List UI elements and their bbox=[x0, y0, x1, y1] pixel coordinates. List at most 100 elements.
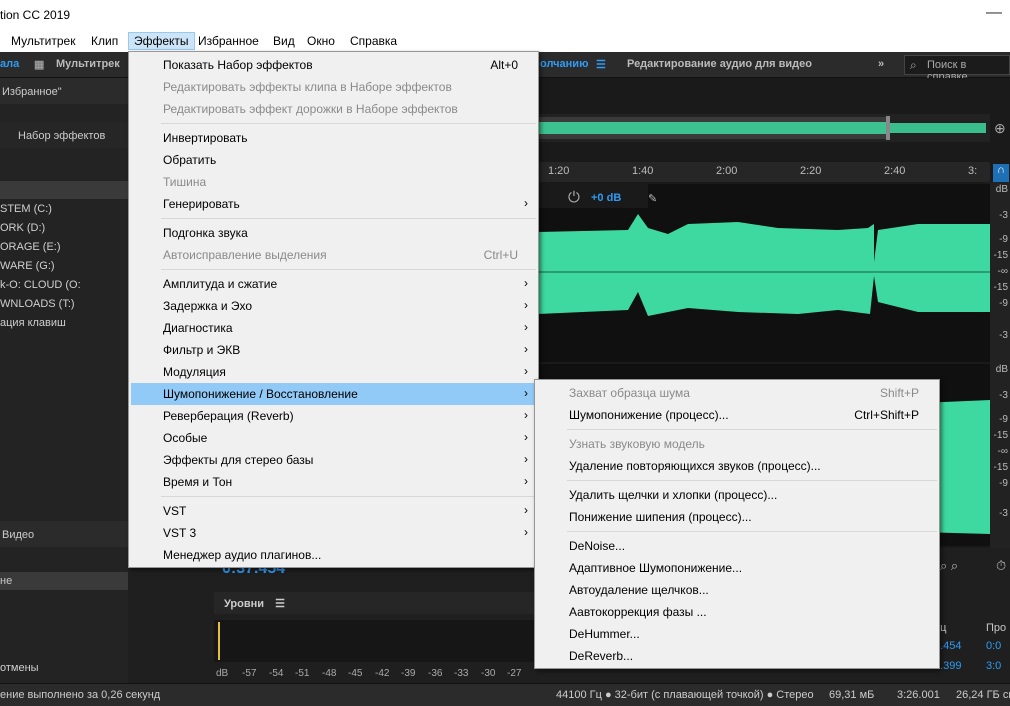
menu-item-auto-phase-correction[interactable]: Аавтокоррекция фазы ... bbox=[537, 601, 937, 623]
menu-item-diagnostics[interactable]: Диагностика › bbox=[131, 317, 536, 339]
menu-item-stereo-imagery[interactable]: Эффекты для стерео базы › bbox=[131, 449, 536, 471]
more-workspaces-icon[interactable]: » bbox=[878, 58, 884, 70]
level-tick: -51 bbox=[295, 668, 310, 679]
menu-separator bbox=[161, 123, 536, 124]
timer-icon[interactable]: ⏱ bbox=[996, 558, 1006, 574]
favorites-tab[interactable]: Избранное" bbox=[0, 78, 128, 104]
help-search-input[interactable]: ⌕ Поиск в справке bbox=[904, 55, 1010, 83]
view-duration-value[interactable]: 3:0 bbox=[986, 660, 1001, 672]
menu-item-sound-remover[interactable]: Удаление повторяющихся звуков (процесс).… bbox=[537, 455, 937, 477]
left-panel: Избранное" Набор эффектов STEM (C:) ORK … bbox=[0, 78, 203, 683]
menu-item-auto-heal[interactable]: Автоисправление выделения Ctrl+U bbox=[131, 244, 536, 266]
db-tick: -15 bbox=[993, 430, 1008, 441]
menu-item-silence[interactable]: Тишина bbox=[131, 171, 536, 193]
menu-item-filter-eq[interactable]: Фильтр и ЭКВ › bbox=[131, 339, 536, 361]
menu-item-capture-noise-print[interactable]: Захват образца шума Shift+P bbox=[537, 382, 937, 404]
status-duration: 3:26.001 bbox=[897, 689, 940, 701]
panel-menu-icon[interactable]: ☰ bbox=[275, 598, 285, 610]
status-size: 69,31 мБ bbox=[829, 689, 875, 701]
video-tab[interactable]: Видео bbox=[0, 521, 128, 547]
multitrack-view-button[interactable]: Мультитрек bbox=[56, 58, 120, 70]
undo-count-label: отмены bbox=[0, 662, 39, 674]
menu-item-click-pop-eliminator[interactable]: Удалить щелчки и хлопки (процесс)... bbox=[537, 484, 937, 506]
status-free-space: 26,24 ГБ сво bbox=[956, 689, 1010, 701]
drive-item[interactable]: k-O: CLOUD (O: bbox=[0, 279, 81, 291]
menu-window[interactable]: Окно bbox=[302, 33, 340, 49]
drive-item[interactable]: STEM (C:) bbox=[0, 203, 52, 215]
chevron-right-icon: › bbox=[524, 342, 528, 356]
menu-item-adaptive-noise-reduction[interactable]: Адаптивное Шумопонижение... bbox=[537, 557, 937, 579]
zoom-icons[interactable]: ⌕ ⌕ bbox=[940, 558, 958, 574]
db-tick: -3 bbox=[999, 508, 1008, 519]
menu-item-vst[interactable]: VST › bbox=[131, 500, 536, 522]
gain-knob-icon[interactable]: ⏻ bbox=[568, 189, 580, 206]
menu-view[interactable]: Вид bbox=[268, 33, 300, 49]
menu-item-noise-reduction-process[interactable]: Шумопонижение (процесс)... Ctrl+Shift+P bbox=[537, 404, 937, 426]
levels-scale: dB -57 -54 -51 -48 -45 -42 -39 -36 -33 -… bbox=[214, 666, 534, 682]
drive-item[interactable]: WNLOADS (T:) bbox=[0, 298, 75, 310]
ruler-tick: 1:40 bbox=[632, 165, 654, 177]
track-gain-value[interactable]: +0 dB bbox=[591, 192, 621, 204]
snap-magnet-icon[interactable]: ∩ bbox=[993, 164, 1009, 182]
menu-item-auto-click-remover[interactable]: Автоудаление щелчков... bbox=[537, 579, 937, 601]
menu-item-modulation[interactable]: Модуляция › bbox=[131, 361, 536, 383]
drive-item[interactable]: ORAGE (E:) bbox=[0, 241, 61, 253]
menu-multitrack[interactable]: Мультитрек bbox=[6, 33, 80, 49]
selected-row[interactable] bbox=[0, 181, 128, 199]
drive-item[interactable]: WARE (G:) bbox=[0, 260, 55, 272]
pin-icon[interactable]: ✎ bbox=[648, 192, 657, 205]
menu-item-dehummer[interactable]: DeHummer... bbox=[537, 623, 937, 645]
menu-item-hiss-reduction[interactable]: Понижение шипения (процесс)... bbox=[537, 506, 937, 528]
menu-bar: Мультитрек Клип Эффекты Избранное Вид Ок… bbox=[0, 30, 1010, 52]
selection-duration-value[interactable]: 0:0 bbox=[986, 640, 1001, 652]
menu-item-show-effects-rack[interactable]: Показать Набор эффектов Alt+0 bbox=[131, 54, 536, 76]
chevron-right-icon: › bbox=[524, 364, 528, 378]
effects-menu: Показать Набор эффектов Alt+0 Редактирова… bbox=[128, 51, 539, 568]
effects-rack-tab[interactable]: Набор эффектов bbox=[0, 122, 128, 148]
menu-favorites[interactable]: Избранное bbox=[193, 33, 264, 49]
overview-waveform[interactable] bbox=[538, 114, 990, 142]
menu-item-vst3[interactable]: VST 3 › bbox=[131, 522, 536, 544]
menu-item-time-pitch[interactable]: Время и Тон › bbox=[131, 471, 536, 493]
menu-item-delay-echo[interactable]: Задержка и Эхо › bbox=[131, 295, 536, 317]
menu-item-edit-track-effect[interactable]: Редактировать эффект дорожки в Наборе эф… bbox=[131, 98, 536, 120]
level-tick: -39 bbox=[401, 668, 416, 679]
menu-item-plugin-manager[interactable]: Менеджер аудио плагинов... bbox=[131, 544, 536, 566]
menu-help[interactable]: Справка bbox=[345, 33, 402, 49]
menu-effects[interactable]: Эффекты bbox=[128, 32, 195, 50]
menu-item-learn-sound-model[interactable]: Узнать звуковую модель bbox=[537, 433, 937, 455]
minimize-button[interactable]: — bbox=[986, 4, 1002, 22]
menu-item-noise-reduction[interactable]: Шумопонижение / Восстановление › bbox=[131, 383, 536, 405]
menu-separator bbox=[161, 269, 536, 270]
chevron-right-icon: › bbox=[524, 298, 528, 312]
menu-item-dereverb[interactable]: DeReverb... bbox=[537, 645, 937, 667]
menu-separator bbox=[567, 531, 937, 532]
zoom-navigator-icon[interactable]: ⊕ bbox=[994, 120, 1006, 137]
workspace-menu-icon[interactable]: ☰ bbox=[596, 58, 606, 71]
db-scale: dB -3 -9 -15 -∞ -15 -9 -3 dB -3 -9 -15 -… bbox=[990, 182, 1010, 548]
menu-item-special[interactable]: Особые › bbox=[131, 427, 536, 449]
selection-view-panel: ец Про 7.454 0:0 0.399 3:0 bbox=[934, 618, 1010, 678]
shortcuts-item[interactable]: ация клавиш bbox=[0, 317, 66, 329]
level-meter-peak bbox=[218, 622, 220, 660]
menu-item-edit-clip-effects[interactable]: Редактировать эффекты клипа в Наборе эфф… bbox=[131, 76, 536, 98]
menu-item-amplitude[interactable]: Амплитуда и сжатие › bbox=[131, 273, 536, 295]
menu-item-match-loudness[interactable]: Подгонка звука bbox=[131, 222, 536, 244]
drive-item[interactable]: ORK (D:) bbox=[0, 222, 45, 234]
workspace-default[interactable]: олчанию bbox=[540, 58, 588, 70]
waveform-channel-left[interactable]: ⏻ +0 dB ✎ bbox=[538, 184, 990, 362]
db-tick: -9 bbox=[999, 298, 1008, 309]
menu-item-reverb[interactable]: Реверберация (Reverb) › bbox=[131, 405, 536, 427]
level-tick: -30 bbox=[481, 668, 496, 679]
db-tick: -9 bbox=[999, 478, 1008, 489]
menu-item-denoise[interactable]: DeNoise... bbox=[537, 535, 937, 557]
waveform-view-button[interactable]: ала bbox=[0, 58, 19, 70]
workspace-audio-video[interactable]: Редактирование аудио для видео bbox=[627, 58, 812, 70]
history-row[interactable]: не bbox=[0, 572, 128, 590]
db-tick: dB bbox=[995, 184, 1008, 195]
menu-item-reverse[interactable]: Обратить bbox=[131, 149, 536, 171]
menu-item-generate[interactable]: Генерировать › bbox=[131, 193, 536, 215]
time-ruler[interactable]: 1:20 1:40 2:00 2:20 2:40 3: bbox=[538, 162, 990, 182]
menu-clip[interactable]: Клип bbox=[86, 33, 123, 49]
menu-item-invert[interactable]: Инвертировать bbox=[131, 127, 536, 149]
